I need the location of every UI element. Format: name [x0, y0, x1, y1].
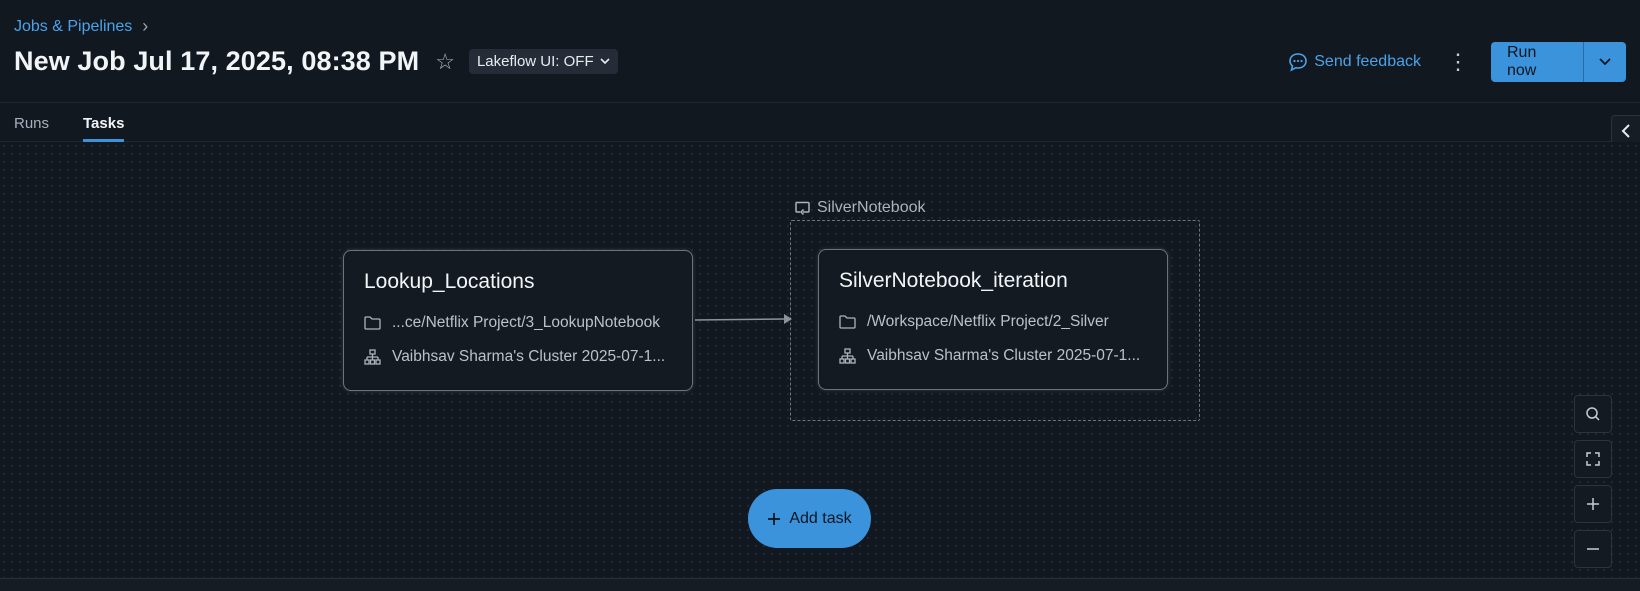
task-notebook-path: /Workspace/Netflix Project/2_Silver	[839, 313, 1109, 331]
task-path-text: /Workspace/Netflix Project/2_Silver	[867, 313, 1109, 330]
task-card-silvernotebook-iteration[interactable]: SilverNotebook_iteration /Workspace/Netf…	[818, 249, 1168, 390]
search-icon	[1586, 407, 1600, 421]
task-path-text: ...ce/Netflix Project/3_LookupNotebook	[392, 314, 660, 331]
cluster-icon	[839, 348, 856, 364]
folder-icon	[364, 316, 381, 330]
minus-icon	[1587, 548, 1599, 550]
folder-icon	[839, 315, 856, 329]
search-canvas-button[interactable]	[1574, 395, 1612, 433]
fit-view-icon	[1586, 452, 1600, 466]
add-task-label: Add task	[789, 509, 852, 527]
plus-icon	[768, 512, 781, 525]
task-notebook-path: ...ce/Netflix Project/3_LookupNotebook	[364, 314, 660, 332]
task-card-lookup-locations[interactable]: Lookup_Locations ...ce/Netflix Project/3…	[343, 250, 693, 391]
cluster-icon	[364, 349, 381, 365]
zoom-out-button[interactable]	[1574, 530, 1612, 568]
task-name: Lookup_Locations	[364, 270, 535, 293]
task-cluster-text: Vaibhsav Sharma's Cluster 2025-07-1...	[392, 348, 666, 365]
task-cluster-text: Vaibhsav Sharma's Cluster 2025-07-1...	[867, 347, 1141, 364]
task-cluster: Vaibhsav Sharma's Cluster 2025-07-1...	[839, 347, 1140, 365]
zoom-in-button[interactable]	[1574, 485, 1612, 523]
plus-icon	[1587, 498, 1599, 510]
bottom-panel-edge	[0, 578, 1640, 591]
add-task-button[interactable]: Add task	[748, 489, 871, 548]
task-name: SilverNotebook_iteration	[839, 269, 1068, 292]
task-cluster: Vaibhsav Sharma's Cluster 2025-07-1...	[364, 348, 665, 366]
fit-view-button[interactable]	[1574, 440, 1612, 478]
